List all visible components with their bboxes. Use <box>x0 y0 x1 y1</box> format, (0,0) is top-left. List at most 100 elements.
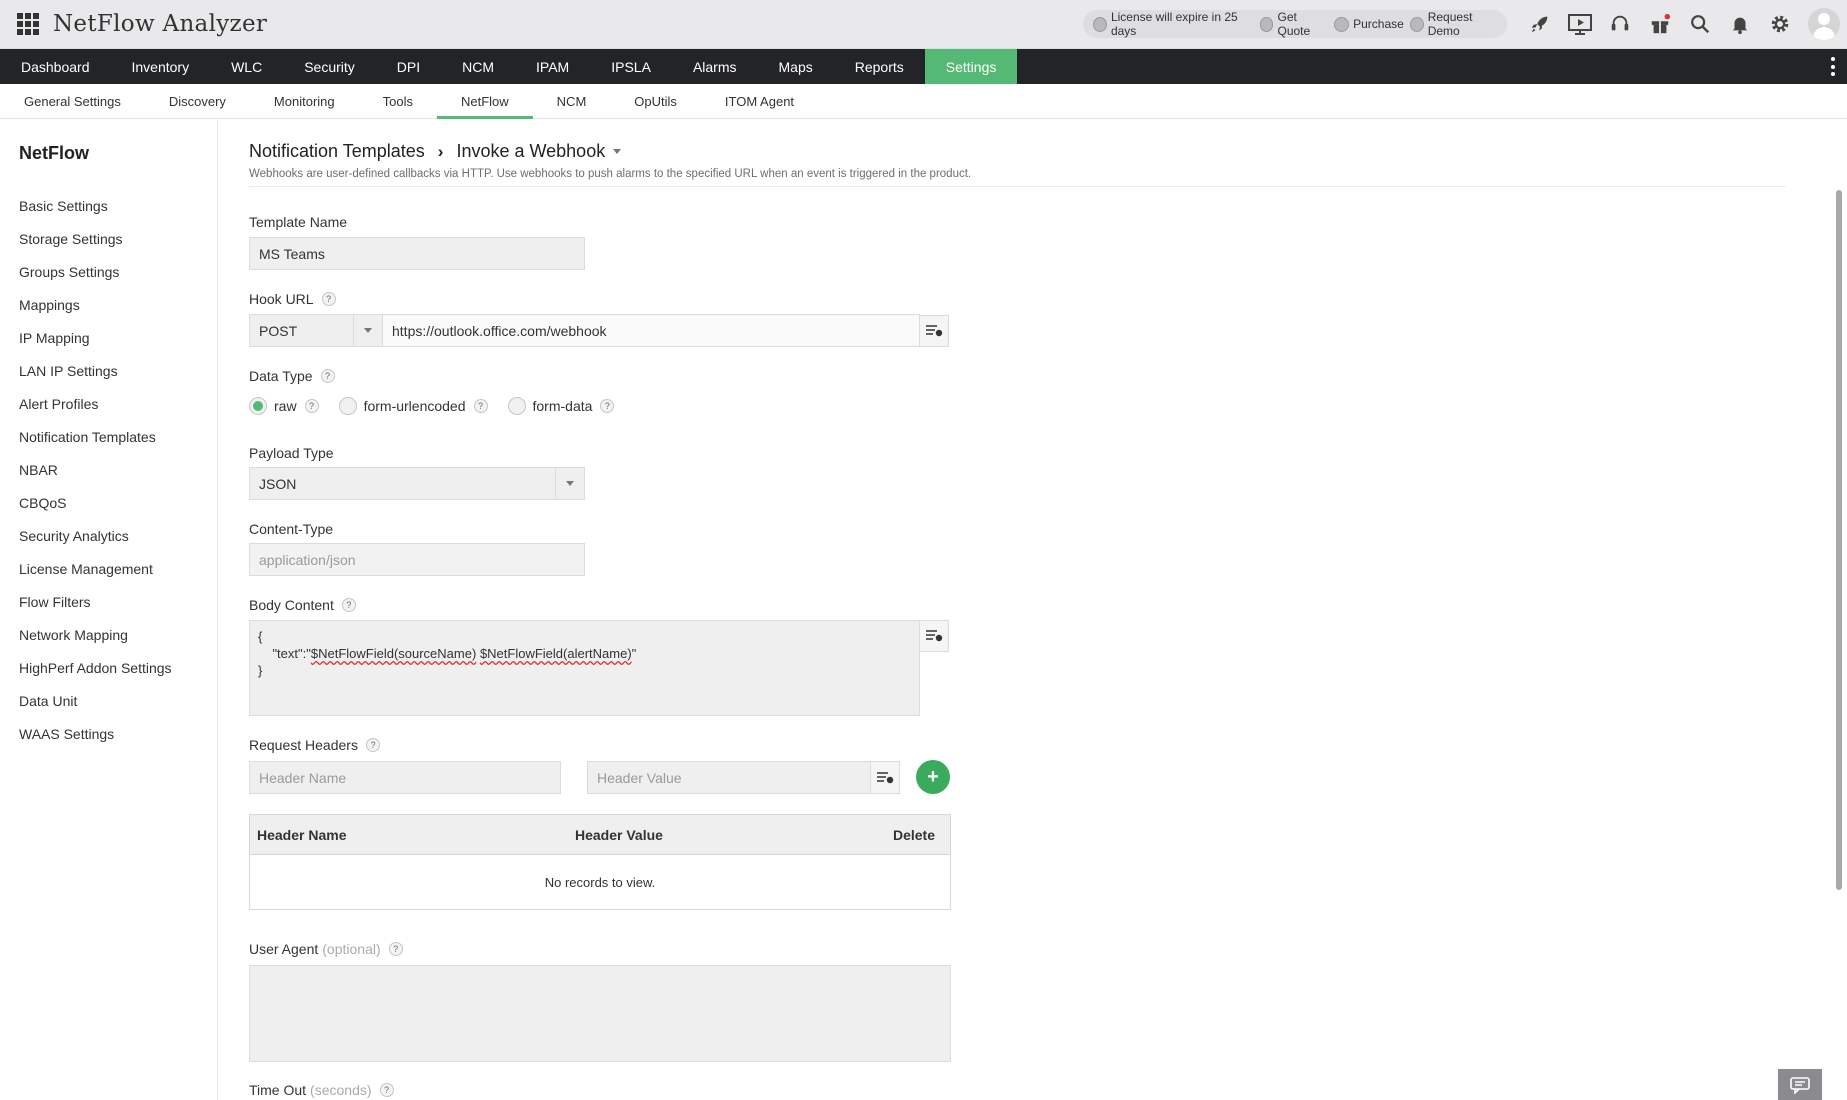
rocket-icon[interactable] <box>1520 10 1560 38</box>
gear-icon[interactable] <box>1760 10 1800 38</box>
avatar[interactable] <box>1808 8 1840 40</box>
hook-url-input[interactable]: https://outlook.office.com/webhook <box>382 314 920 347</box>
radio-button[interactable] <box>338 397 357 415</box>
radio-form-urlencoded[interactable]: form-urlencoded ? <box>338 397 488 415</box>
content-type-input[interactable]: application/json <box>249 543 585 576</box>
template-name-input[interactable]: MS Teams <box>249 237 585 270</box>
presentation-icon[interactable] <box>1560 10 1600 38</box>
template-name-label: Template Name <box>249 214 347 230</box>
body-line-1: { <box>258 629 263 644</box>
sidebar-item-mappings[interactable]: Mappings <box>19 289 172 322</box>
sidebar-item-data-unit[interactable]: Data Unit <box>19 685 172 718</box>
tab-general-settings[interactable]: General Settings <box>0 84 145 119</box>
sidebar: NetFlow Basic Settings Storage Settings … <box>0 120 218 1100</box>
user-agent-optional: (optional) <box>322 941 381 957</box>
sidebar-item-ip-mapping[interactable]: IP Mapping <box>19 322 172 355</box>
chevron-down-icon <box>555 468 584 499</box>
hook-url-label: Hook URL ? <box>249 291 336 307</box>
sidebar-item-nbar[interactable]: NBAR <box>19 454 172 487</box>
nav-ipsla[interactable]: IPSLA <box>590 49 672 84</box>
purchase-label: Purchase <box>1353 17 1404 31</box>
scrollbar[interactable] <box>1836 190 1842 890</box>
nav-ncm[interactable]: NCM <box>441 49 515 84</box>
radio-button[interactable] <box>507 397 526 415</box>
help-icon[interactable]: ? <box>365 738 380 752</box>
tab-discovery[interactable]: Discovery <box>145 84 250 119</box>
search-icon[interactable] <box>1680 10 1720 38</box>
timeout-label-text: Time Out <box>249 1082 307 1098</box>
tab-monitoring[interactable]: Monitoring <box>250 84 359 119</box>
table-empty-row: No records to view. <box>250 855 950 909</box>
clock-icon <box>1093 16 1107 32</box>
radio-form-data[interactable]: form-data ? <box>507 397 615 415</box>
chat-button[interactable] <box>1778 1069 1822 1100</box>
nav-dashboard[interactable]: Dashboard <box>0 49 111 84</box>
header-value-input[interactable]: Header Value <box>587 761 871 794</box>
sidebar-item-groups-settings[interactable]: Groups Settings <box>19 256 172 289</box>
get-quote-link[interactable]: Get Quote <box>1259 10 1328 38</box>
gift-icon[interactable] <box>1640 10 1680 38</box>
support-headset-icon[interactable] <box>1600 10 1640 38</box>
sidebar-item-cbqos[interactable]: CBQoS <box>19 487 172 520</box>
body-content-textarea[interactable]: { "text":"$NetFlowField(sourceName) $Net… <box>249 620 920 716</box>
help-icon[interactable]: ? <box>473 399 488 413</box>
tab-tools[interactable]: Tools <box>359 84 437 119</box>
more-options-icon[interactable] <box>1831 57 1835 76</box>
sidebar-item-basic-settings[interactable]: Basic Settings <box>19 190 172 223</box>
sidebar-item-license-management[interactable]: License Management <box>19 553 172 586</box>
help-icon[interactable]: ? <box>321 292 336 306</box>
request-demo-link[interactable]: Request Demo <box>1409 10 1501 38</box>
sidebar-item-waas-settings[interactable]: WAAS Settings <box>19 718 172 751</box>
nav-wlc[interactable]: WLC <box>210 49 283 84</box>
user-agent-label: User Agent (optional) ? <box>249 941 403 957</box>
help-icon[interactable]: ? <box>304 399 319 413</box>
nav-reports[interactable]: Reports <box>834 49 925 84</box>
tab-netflow[interactable]: NetFlow <box>436 84 533 119</box>
chevron-down-icon[interactable] <box>613 149 622 154</box>
nav-maps[interactable]: Maps <box>758 49 834 84</box>
sidebar-item-network-mapping[interactable]: Network Mapping <box>19 619 172 652</box>
tab-itom-agent[interactable]: ITOM Agent <box>701 84 818 119</box>
radio-button-checked[interactable] <box>249 397 267 415</box>
help-icon[interactable]: ? <box>379 1083 394 1097</box>
app-grid-icon[interactable] <box>17 13 39 35</box>
sidebar-item-storage-settings[interactable]: Storage Settings <box>19 223 172 256</box>
license-status[interactable]: License will expire in 25 days <box>1093 10 1254 38</box>
help-icon[interactable]: ? <box>388 942 403 956</box>
nav-security[interactable]: Security <box>283 49 376 84</box>
help-icon[interactable]: ? <box>600 399 615 413</box>
header-name-input[interactable]: Header Name <box>249 761 561 794</box>
nav-inventory[interactable]: Inventory <box>111 49 211 84</box>
radio-raw[interactable]: raw ? <box>249 397 319 415</box>
nav-alarms[interactable]: Alarms <box>672 49 758 84</box>
insert-variable-button[interactable] <box>919 620 949 652</box>
payload-type-label: Payload Type <box>249 445 334 461</box>
insert-variable-button[interactable] <box>870 761 900 794</box>
sidebar-item-alert-profiles[interactable]: Alert Profiles <box>19 388 172 421</box>
breadcrumb-current[interactable]: Invoke a Webhook <box>456 141 605 162</box>
sidebar-item-lan-ip-settings[interactable]: LAN IP Settings <box>19 355 172 388</box>
help-icon[interactable]: ? <box>341 598 356 612</box>
sidebar-item-flow-filters[interactable]: Flow Filters <box>19 586 172 619</box>
sidebar-item-security-analytics[interactable]: Security Analytics <box>19 520 172 553</box>
tab-ncm[interactable]: NCM <box>533 84 611 119</box>
license-bar: License will expire in 25 days Get Quote… <box>1083 10 1507 38</box>
insert-variable-button[interactable] <box>919 315 949 347</box>
purchase-link[interactable]: Purchase <box>1334 16 1404 32</box>
hook-method-select[interactable]: POST <box>249 314 383 347</box>
nav-dpi[interactable]: DPI <box>376 49 441 84</box>
breadcrumb-parent[interactable]: Notification Templates <box>249 141 425 162</box>
add-header-button[interactable]: + <box>916 760 950 794</box>
tab-oputils[interactable]: OpUtils <box>610 84 701 119</box>
nav-ipam[interactable]: IPAM <box>515 49 590 84</box>
app-title: NetFlow Analyzer <box>53 11 268 37</box>
user-agent-textarea[interactable] <box>249 965 951 1062</box>
sidebar-item-notification-templates[interactable]: Notification Templates <box>19 421 172 454</box>
data-type-radio-group: raw ? form-urlencoded ? form-data ? <box>249 397 634 415</box>
payload-type-select[interactable]: JSON <box>249 467 585 500</box>
sidebar-item-highperf-addon-settings[interactable]: HighPerf Addon Settings <box>19 652 172 685</box>
bell-icon[interactable] <box>1720 10 1760 38</box>
help-icon[interactable]: ? <box>320 369 335 383</box>
nav-settings[interactable]: Settings <box>924 49 1018 84</box>
chevron-down-icon <box>353 315 382 346</box>
